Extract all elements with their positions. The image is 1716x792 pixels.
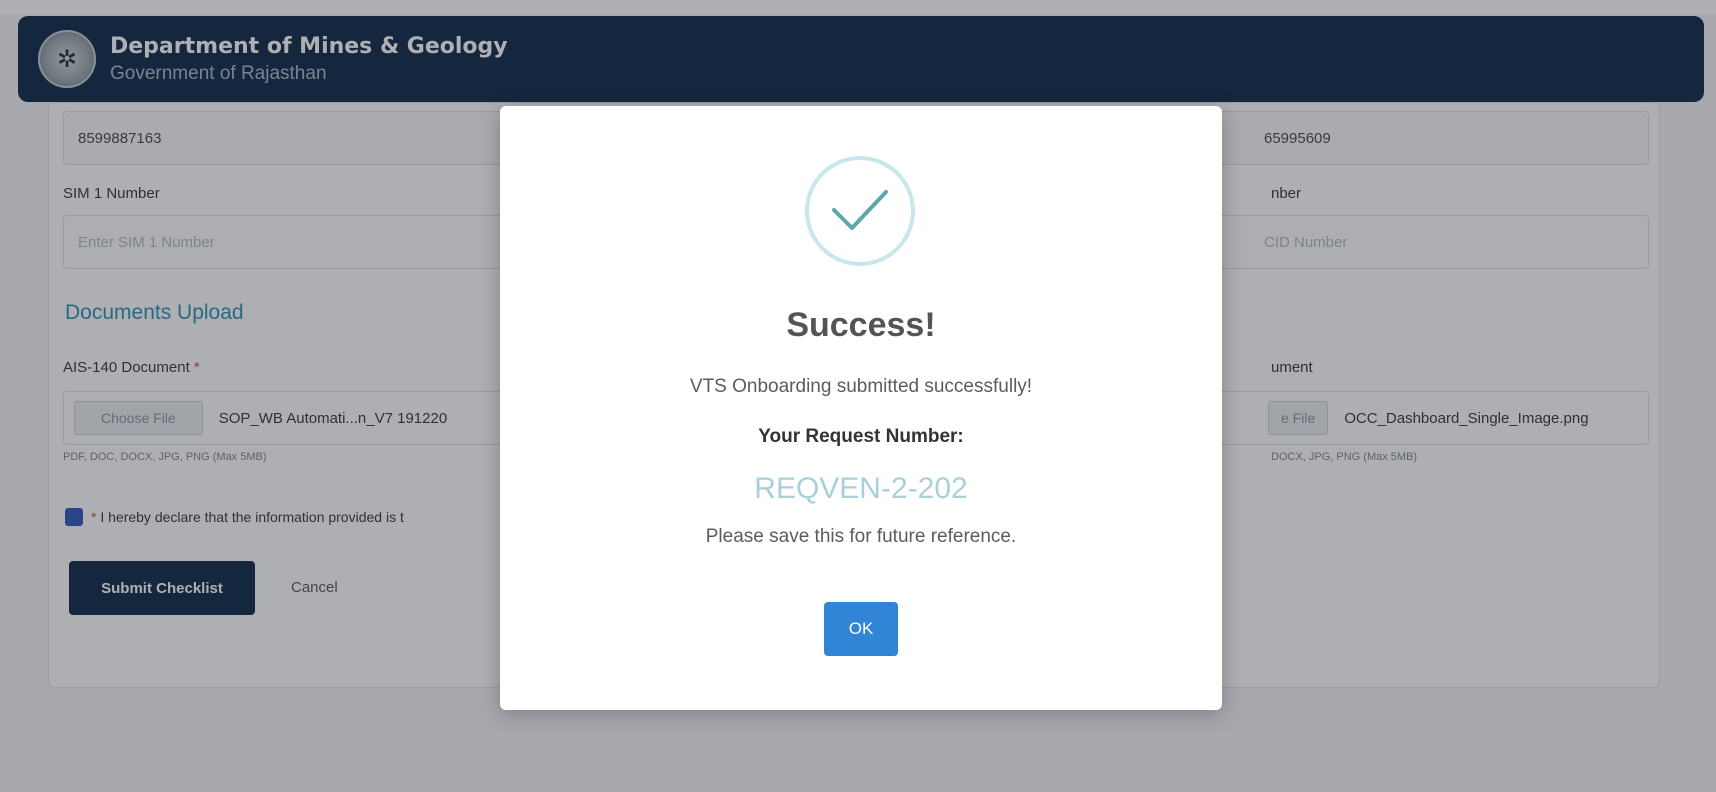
success-modal: Success! VTS Onboarding submitted succes… — [500, 106, 1222, 710]
modal-note: Please save this for future reference. — [705, 526, 1017, 547]
ok-button[interactable]: OK — [824, 602, 898, 656]
check-icon — [832, 190, 888, 230]
modal-message: VTS Onboarding submitted successfully! — [689, 376, 1033, 397]
success-check-icon — [805, 156, 915, 266]
request-number: REQVEN-2-202 — [754, 472, 968, 505]
request-number-label: Your Request Number: — [758, 426, 964, 447]
modal-title: Success! — [786, 306, 936, 344]
